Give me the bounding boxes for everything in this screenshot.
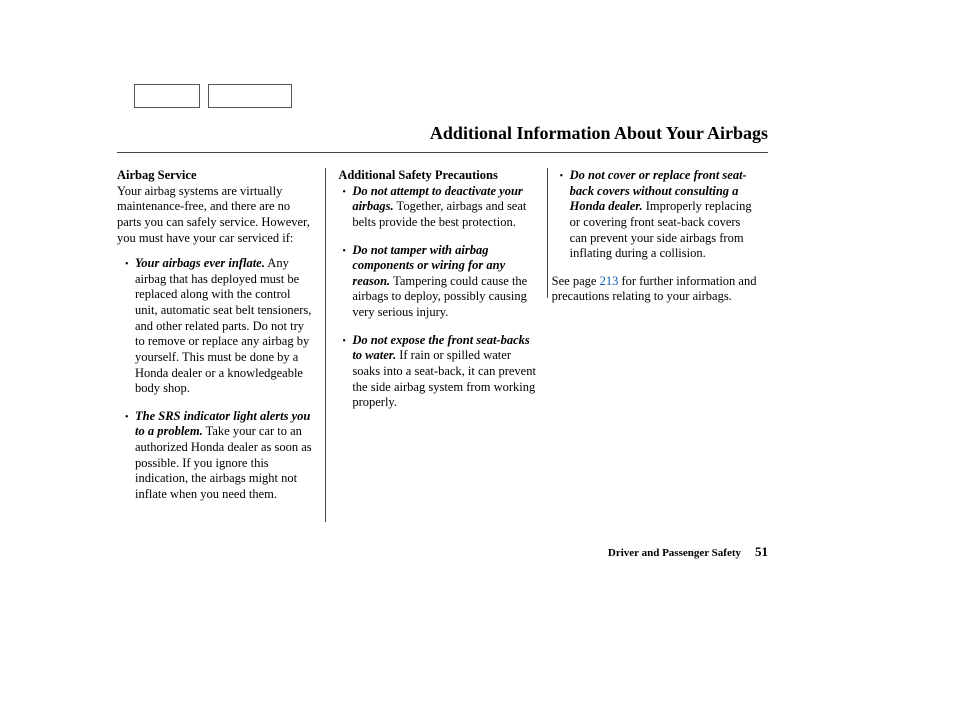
footer-page-number: 51: [755, 544, 768, 560]
document-page: Additional Information About Your Airbag…: [0, 0, 954, 710]
col1-item-1: Your airbags ever inflate. Any airbag th…: [125, 256, 315, 397]
col2-item-1: Do not attempt to deactivate your airbag…: [342, 184, 536, 231]
marker-box-2: [208, 84, 292, 108]
col3-outro: See page 213 for further information and…: [552, 274, 758, 305]
page-footer: Driver and Passenger Safety 51: [608, 544, 768, 560]
col2-item-2: Do not tamper with airbag components or …: [342, 243, 536, 321]
marker-box-1: [134, 84, 200, 108]
footer-chapter: Driver and Passenger Safety: [608, 547, 741, 559]
col1-heading: Airbag Service: [117, 168, 315, 184]
col3-item-1: Do not cover or replace front seat-back …: [560, 168, 758, 262]
top-marker-boxes: [134, 84, 292, 108]
page-reference-link[interactable]: 213: [600, 274, 619, 288]
text-columns: Airbag Service Your airbag systems are v…: [117, 168, 768, 522]
col2-heading: Additional Safety Precautions: [338, 168, 536, 184]
column-2: Additional Safety Precautions Do not att…: [325, 168, 546, 522]
col1-item-2: The SRS indicator light alerts you to a …: [125, 409, 315, 503]
column-3: Do not cover or replace front seat-back …: [547, 168, 768, 298]
outro-pre: See page: [552, 274, 600, 288]
column-1: Airbag Service Your airbag systems are v…: [117, 168, 325, 522]
col1-item-1-lead: Your airbags ever inflate.: [135, 256, 265, 270]
page-title: Additional Information About Your Airbag…: [430, 123, 768, 144]
col1-intro: Your airbag systems are virtually mainte…: [117, 184, 315, 247]
title-rule: [117, 152, 768, 153]
col3-list: Do not cover or replace front seat-back …: [560, 168, 758, 262]
col1-list: Your airbags ever inflate. Any airbag th…: [117, 256, 315, 502]
col2-item-3: Do not expose the front seat-backs to wa…: [342, 333, 536, 411]
col2-list: Do not attempt to deactivate your airbag…: [338, 184, 536, 411]
col1-item-1-body: Any airbag that has deployed must be rep…: [135, 256, 311, 395]
